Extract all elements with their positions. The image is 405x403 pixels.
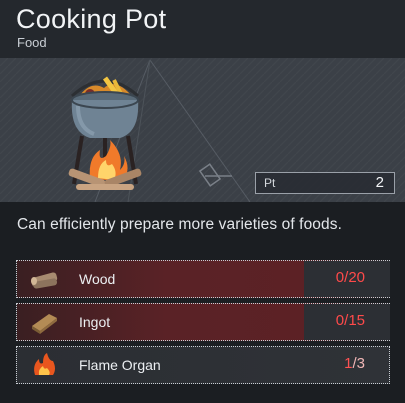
flame-organ-icon: [34, 353, 55, 375]
material-row-flame-organ: Flame Organ 1/3: [16, 346, 390, 384]
material-count: 1/3: [344, 355, 365, 372]
item-preview: Pt 2: [0, 58, 405, 202]
item-header: Cooking Pot Food: [0, 0, 405, 58]
points-box: Pt 2: [255, 172, 395, 194]
material-name: Wood: [79, 271, 116, 287]
material-count: 0/20: [335, 269, 365, 286]
item-description: Can efficiently prepare more varieties o…: [17, 216, 343, 233]
materials-list: Wood 0/20 Ingot 0/15 Flame Organ 1/3: [16, 260, 390, 389]
points-value: 2: [375, 174, 384, 191]
material-count: 0/15: [335, 312, 365, 329]
item-detail-panel: Cooking Pot Food Pt 2 Can efficiently pr…: [0, 0, 405, 403]
panel-footer: [0, 388, 405, 403]
wood-icon: [31, 272, 58, 289]
item-title: Cooking Pot: [16, 4, 167, 34]
cooking-pot-icon: [68, 76, 142, 190]
material-name: Flame Organ: [79, 357, 161, 373]
material-row-ingot: Ingot 0/15: [16, 303, 390, 341]
ingot-icon: [32, 314, 57, 334]
material-name: Ingot: [79, 314, 111, 330]
material-row-wood: Wood 0/20: [16, 260, 390, 298]
item-category: Food: [17, 35, 47, 50]
points-label: Pt: [264, 176, 276, 190]
